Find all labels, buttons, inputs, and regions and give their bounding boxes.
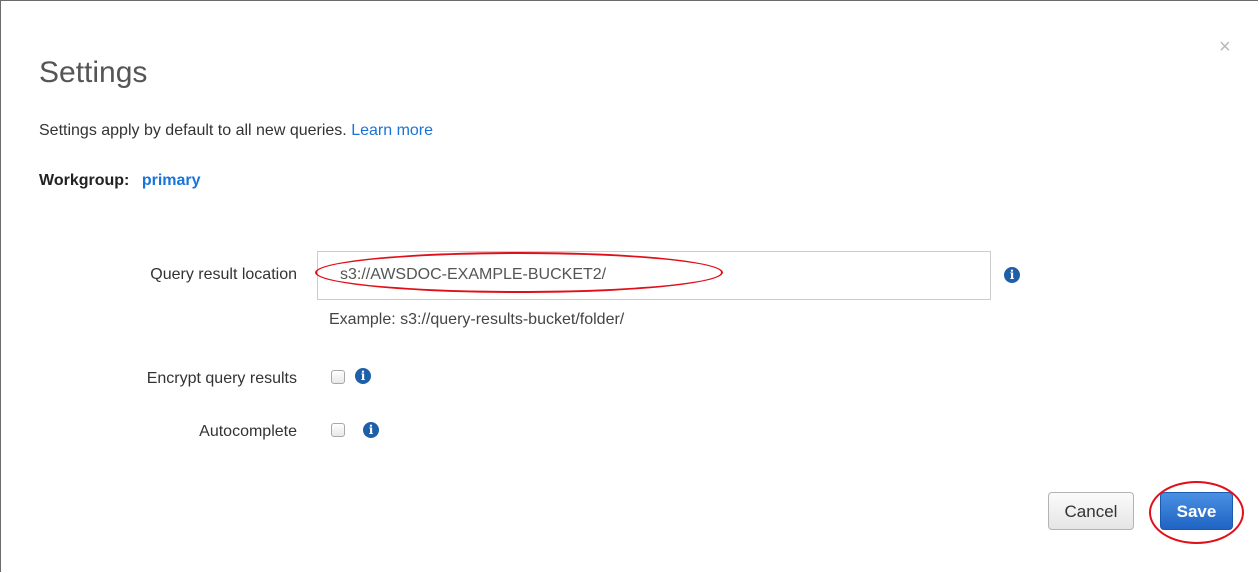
close-icon[interactable]: × — [1219, 37, 1231, 57]
query-result-location-label: Query result location — [150, 266, 297, 283]
workgroup-row: Workgroup: primary — [39, 171, 201, 191]
autocomplete-checkbox[interactable] — [331, 423, 345, 437]
encrypt-query-results-label: Encrypt query results — [146, 370, 297, 387]
info-icon[interactable]: i — [363, 422, 379, 438]
encrypt-query-results-checkbox[interactable] — [331, 370, 345, 384]
settings-dialog: × Settings Settings apply by default to … — [0, 0, 1258, 572]
info-icon[interactable]: i — [1004, 267, 1020, 283]
workgroup-label: Workgroup: — [39, 172, 130, 189]
query-result-location-input[interactable]: s3://AWSDOC-EXAMPLE-BUCKET2/ — [317, 251, 991, 300]
info-icon[interactable]: i — [355, 368, 371, 384]
query-result-location-value: s3://AWSDOC-EXAMPLE-BUCKET2/ — [340, 266, 607, 283]
description-text: Settings apply by default to all new que… — [39, 122, 347, 139]
dialog-title: Settings — [39, 56, 148, 89]
autocomplete-label: Autocomplete — [199, 423, 297, 440]
save-button[interactable]: Save — [1160, 492, 1233, 530]
cancel-button[interactable]: Cancel — [1048, 492, 1134, 530]
learn-more-link[interactable]: Learn more — [351, 122, 433, 139]
query-result-location-example: Example: s3://query-results-bucket/folde… — [329, 311, 625, 328]
settings-description: Settings apply by default to all new que… — [39, 121, 433, 141]
workgroup-link[interactable]: primary — [142, 172, 201, 189]
